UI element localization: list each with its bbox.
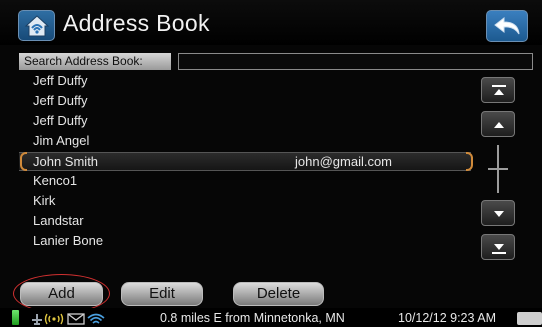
contact-name: Landstar: [33, 213, 84, 228]
scrollbar-thumb[interactable]: [488, 168, 508, 170]
contact-name: Jeff Duffy: [33, 93, 88, 108]
scroll-to-top-button[interactable]: [481, 77, 515, 103]
scroll-down-button[interactable]: [481, 200, 515, 226]
status-icons: [32, 313, 105, 325]
contact-name: Lanier Bone: [33, 233, 104, 248]
signal-icon: [44, 313, 64, 325]
search-row: Search Address Book:: [19, 53, 534, 70]
keyboard-icon[interactable]: [517, 312, 542, 325]
contact-row[interactable]: Lanier Bone: [19, 232, 471, 251]
header-bar: Address Book: [0, 0, 542, 45]
contact-name: Jeff Duffy: [33, 113, 88, 128]
home-icon: [24, 15, 50, 37]
home-button[interactable]: [18, 10, 55, 41]
back-button[interactable]: [486, 10, 528, 42]
search-input[interactable]: [178, 53, 533, 70]
page-title: Address Book: [63, 10, 210, 36]
contact-email: john@gmail.com: [295, 154, 393, 169]
edit-button[interactable]: Edit: [121, 282, 203, 306]
contact-row-selected[interactable]: John Smith john@gmail.com: [19, 152, 473, 171]
contact-row[interactable]: Jeff Duffy: [19, 72, 471, 91]
contact-name: Kenco1: [33, 173, 78, 188]
contact-row[interactable]: Kenco1: [19, 172, 471, 191]
scroll-to-top-icon: [492, 85, 506, 95]
delete-button[interactable]: Delete: [233, 282, 324, 306]
scroll-down-icon: [494, 211, 504, 217]
address-book-screen: Address Book Search Address Book: Jeff D…: [0, 0, 542, 327]
contact-row[interactable]: Kirk: [19, 192, 471, 211]
scroll-to-bottom-icon: [492, 244, 506, 254]
back-arrow-icon: [494, 16, 520, 35]
selection-bracket-right: [466, 152, 473, 171]
contact-list: Jeff Duffy Jeff Duffy Jeff Duffy Jim Ang…: [19, 72, 473, 262]
scroll-up-button[interactable]: [481, 111, 515, 137]
contact-name: John Smith: [33, 154, 99, 169]
search-label: Search Address Book:: [19, 53, 171, 70]
location-text: 0.8 miles E from Minnetonka, MN: [160, 311, 345, 325]
mail-icon: [67, 313, 85, 325]
contact-row[interactable]: Jeff Duffy: [19, 112, 471, 131]
datetime-text: 10/12/12 9:23 AM: [398, 311, 496, 325]
contact-name: Jeff Duffy: [33, 73, 88, 88]
contact-name: Kirk: [33, 193, 56, 208]
status-bar: 0.8 miles E from Minnetonka, MN 10/12/12…: [0, 308, 542, 327]
contact-row[interactable]: Jeff Duffy: [19, 92, 471, 111]
scroll-to-bottom-button[interactable]: [481, 234, 515, 260]
selection-bracket-left: [20, 152, 27, 171]
contact-name: Jim Angel: [33, 133, 90, 148]
contact-row[interactable]: Landstar: [19, 212, 471, 231]
contact-row[interactable]: Jim Angel: [19, 132, 471, 151]
network-icon: [32, 314, 42, 325]
add-button[interactable]: Add: [20, 282, 103, 306]
scroll-up-icon: [494, 122, 504, 128]
wifi-icon: [87, 313, 105, 324]
battery-icon: [12, 310, 19, 325]
